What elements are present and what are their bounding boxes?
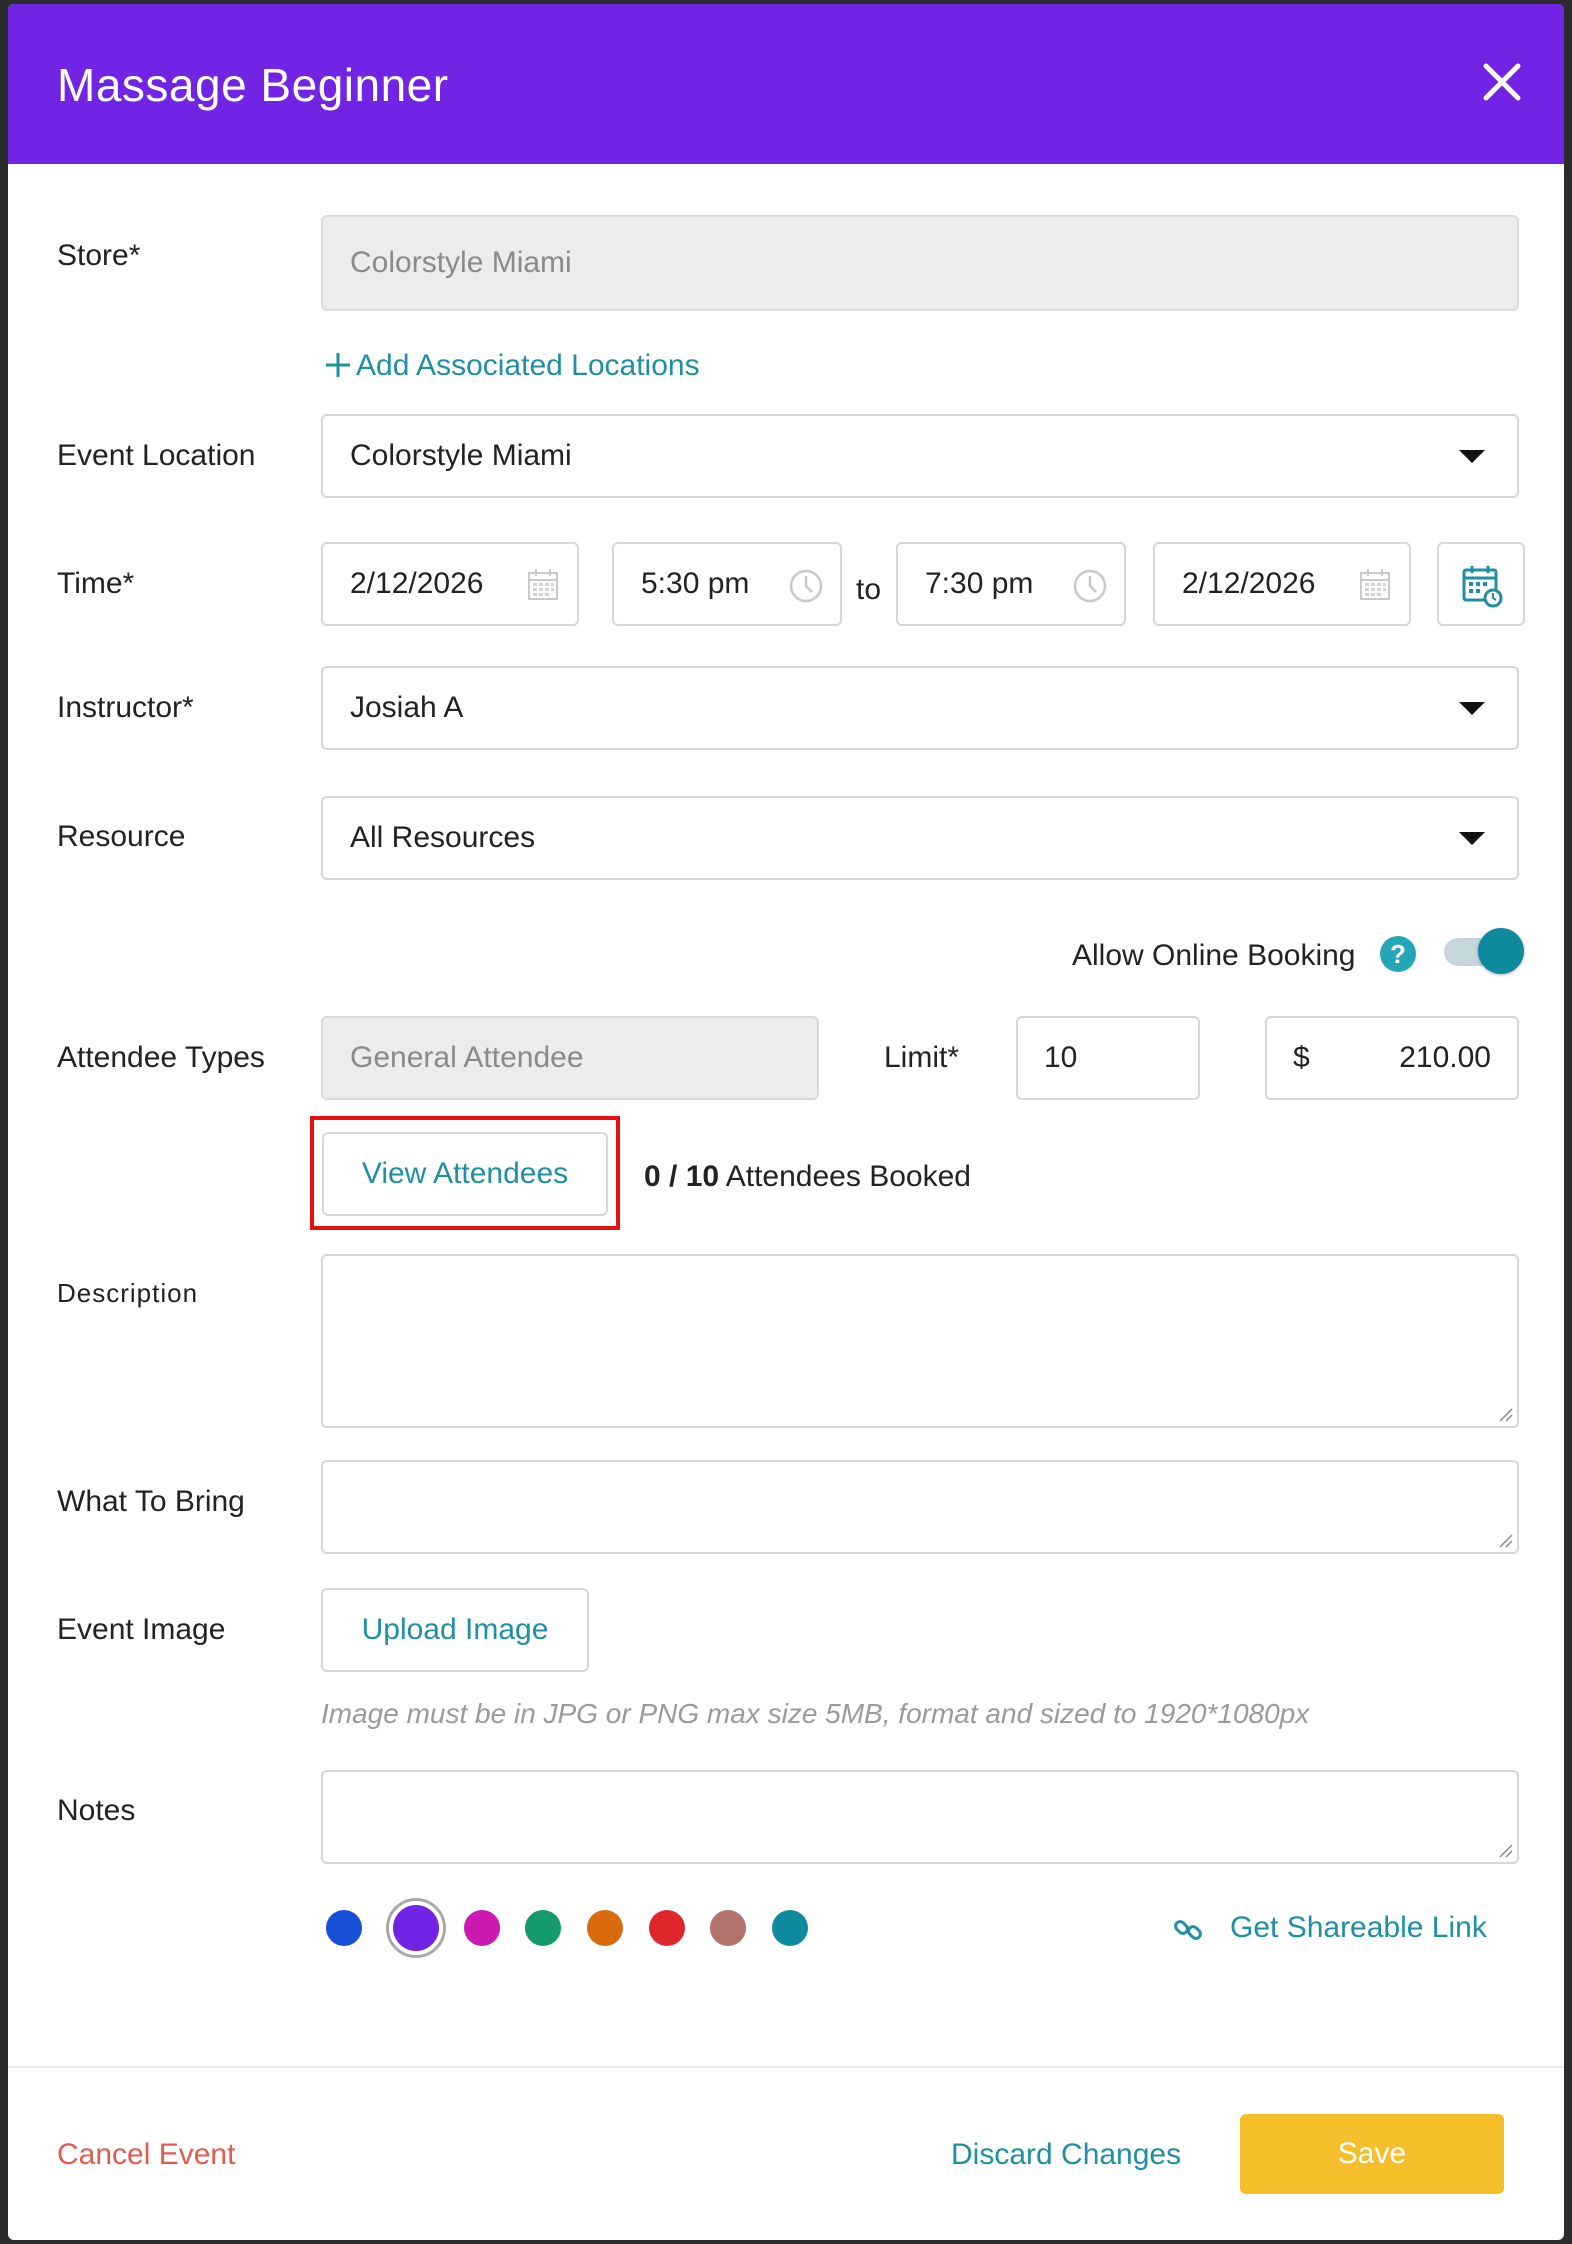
add-associated-locations-link[interactable]: Add Associated Locations [324,349,700,383]
instructor-select[interactable]: Josiah A [321,666,1519,750]
color-swatch[interactable] [649,1910,685,1946]
time-label: Time* [57,567,135,600]
attendee-type-field: General Attendee [321,1016,819,1100]
currency-symbol: $ [1293,1041,1310,1074]
get-shareable-link[interactable]: Get Shareable Link [1172,1911,1487,1945]
start-time-value: 5:30 pm [641,567,750,600]
attendee-types-label: Attendee Types [57,1041,265,1074]
chevron-down-icon [1459,832,1485,845]
event-location-select[interactable]: Colorstyle Miami [321,414,1519,498]
instructor-value: Josiah A [350,691,464,724]
get-shareable-link-label: Get Shareable Link [1230,1911,1487,1944]
end-time-input[interactable]: 7:30 pm [896,542,1126,626]
clock-icon [1073,569,1107,603]
store-field: Colorstyle Miami [321,215,1519,311]
resize-grip-icon [1499,1844,1513,1858]
cancel-event-button[interactable]: Cancel Event [57,2138,235,2172]
chevron-down-icon [1459,450,1485,463]
notes-textarea[interactable] [321,1770,1519,1864]
what-to-bring-label: What To Bring [57,1485,245,1518]
toggle-knob [1478,928,1524,974]
event-image-label: Event Image [57,1613,226,1646]
resize-grip-icon [1499,1534,1513,1548]
event-modal: Massage Beginner Store* Colorstyle Miami… [8,4,1564,2240]
clock-icon [789,569,823,603]
save-button[interactable]: Save [1240,2114,1504,2194]
end-time-value: 7:30 pm [925,567,1034,600]
start-date-input[interactable]: 2/12/2026 [321,542,579,626]
link-icon [1174,1920,1202,1940]
attendee-type-value: General Attendee [350,1041,584,1074]
view-attendees-button[interactable]: View Attendees [322,1132,608,1216]
footer-divider [8,2066,1564,2068]
color-swatch[interactable] [772,1910,808,1946]
start-date-value: 2/12/2026 [350,567,484,600]
resource-select[interactable]: All Resources [321,796,1519,880]
end-date-value: 2/12/2026 [1182,567,1316,600]
time-separator: to [856,573,882,606]
event-location-label: Event Location [57,439,256,472]
upload-image-button[interactable]: Upload Image [321,1588,589,1672]
limit-input[interactable]: 10 [1016,1016,1200,1100]
modal-title: Massage Beginner [57,59,449,111]
resource-label: Resource [57,820,186,853]
store-value: Colorstyle Miami [350,246,572,279]
help-icon[interactable]: ? [1380,936,1416,972]
plus-icon [326,353,350,377]
store-label: Store* [57,239,141,272]
description-label: Description [57,1278,199,1308]
event-location-value: Colorstyle Miami [350,439,572,472]
what-to-bring-textarea[interactable] [321,1460,1519,1554]
limit-value: 10 [1044,1041,1078,1074]
attendees-booked-count: 0 / 10 [644,1160,720,1193]
image-hint-text: Image must be in JPG or PNG max size 5MB… [321,1698,1310,1729]
instructor-label: Instructor* [57,691,194,724]
recurring-schedule-button[interactable] [1437,542,1525,626]
color-swatch[interactable] [710,1910,746,1946]
limit-label: Limit* [884,1041,960,1074]
add-associated-locations-label: Add Associated Locations [356,349,700,382]
color-swatch[interactable] [464,1910,500,1946]
chevron-down-icon [1459,702,1485,715]
attendees-booked-text: 0 / 10 Attendees Booked [644,1160,971,1194]
resize-grip-icon [1499,1408,1513,1422]
online-booking-label: Allow Online Booking [1072,939,1356,972]
resource-value: All Resources [350,821,536,854]
color-swatch[interactable] [393,1905,439,1951]
modal-header: Massage Beginner [8,4,1564,164]
color-swatch[interactable] [326,1910,362,1946]
price-input[interactable]: $ 210.00 [1265,1016,1519,1100]
calendar-icon [528,569,558,600]
discard-changes-button[interactable]: Discard Changes [951,2138,1181,2172]
calendar-repeat-icon [1462,566,1503,608]
notes-label: Notes [57,1794,136,1827]
attendees-booked-suffix: Attendees Booked [725,1160,971,1193]
online-booking-toggle[interactable] [1438,928,1524,974]
price-value: 210.00 [1399,1041,1491,1074]
description-textarea[interactable] [321,1254,1519,1428]
color-swatch[interactable] [525,1910,561,1946]
end-date-input[interactable]: 2/12/2026 [1153,542,1411,626]
start-time-input[interactable]: 5:30 pm [612,542,842,626]
close-icon[interactable] [1476,56,1528,108]
calendar-icon [1360,569,1390,600]
color-swatch[interactable] [587,1910,623,1946]
